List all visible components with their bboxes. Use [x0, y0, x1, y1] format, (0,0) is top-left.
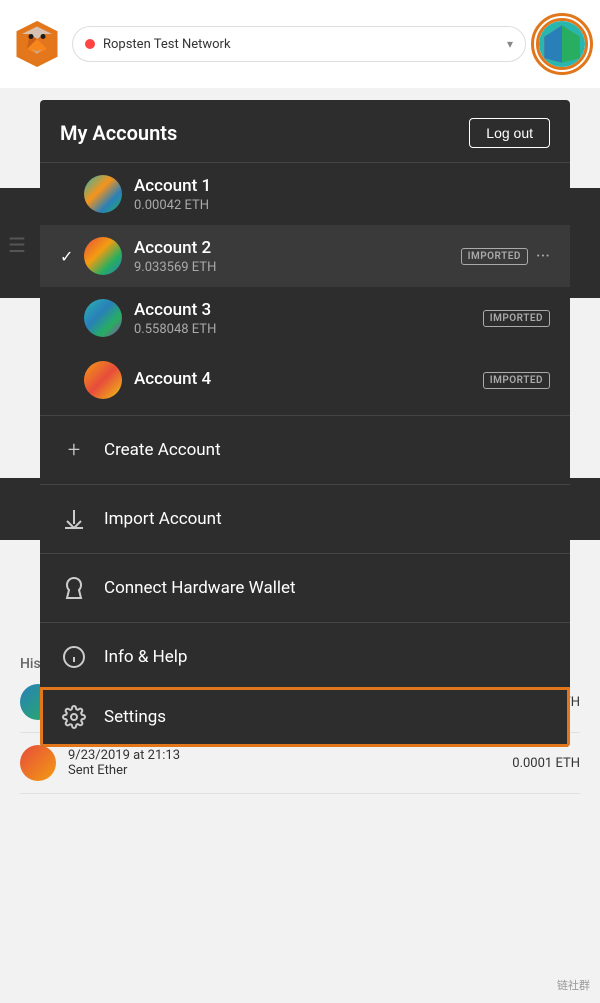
divider-1	[40, 415, 570, 416]
account-avatar-button[interactable]	[536, 18, 588, 70]
account-info-2: Account 2 9.033569 ETH	[134, 238, 461, 275]
account-balance-1: 0.00042 ETH	[134, 198, 550, 213]
accounts-dropdown: My Accounts Log out Account 1 0.00042 ET…	[40, 100, 570, 747]
network-status-dot	[85, 39, 95, 49]
plus-icon: +	[60, 436, 88, 464]
info-help-item[interactable]: Info & Help	[40, 627, 570, 687]
account-item-1[interactable]: Account 1 0.00042 ETH	[40, 163, 570, 225]
account-balance-3: 0.558048 ETH	[134, 322, 483, 337]
divider-2	[40, 484, 570, 485]
info-icon	[60, 643, 88, 671]
metamask-logo	[12, 19, 62, 69]
account-info-1: Account 1 0.00042 ETH	[134, 176, 550, 213]
connect-hardware-item[interactable]: Connect Hardware Wallet	[40, 558, 570, 618]
account-avatar-2	[84, 237, 122, 275]
settings-icon	[60, 703, 88, 731]
network-selector[interactable]: Ropsten Test Network ▾	[72, 26, 526, 62]
account-name-4: Account 4	[134, 369, 483, 389]
settings-item[interactable]: Settings	[40, 687, 570, 747]
settings-label: Settings	[104, 707, 166, 727]
import-icon	[60, 505, 88, 533]
account-avatar-1	[84, 175, 122, 213]
logout-button[interactable]: Log out	[469, 118, 550, 148]
account-avatar-4	[84, 361, 122, 399]
account-avatar-3	[84, 299, 122, 337]
account-balance-2: 9.033569 ETH	[134, 260, 461, 275]
divider-3	[40, 553, 570, 554]
account-name-1: Account 1	[134, 176, 550, 196]
history-avatar-2	[20, 745, 56, 781]
account-name-3: Account 3	[134, 300, 483, 320]
info-help-label: Info & Help	[104, 647, 187, 667]
create-account-label: Create Account	[104, 440, 221, 460]
history-type-2: Sent Ether	[68, 763, 512, 778]
hardware-icon	[60, 574, 88, 602]
accounts-list: Account 1 0.00042 ETH ✓ Account 2 9.0335…	[40, 163, 570, 411]
network-name: Ropsten Test Network	[103, 37, 499, 52]
account-info-3: Account 3 0.558048 ETH	[134, 300, 483, 337]
create-account-item[interactable]: + Create Account	[40, 420, 570, 480]
account-item-3[interactable]: Account 3 0.558048 ETH IMPORTED	[40, 287, 570, 349]
header: Ropsten Test Network ▾	[0, 0, 600, 88]
account-more-2[interactable]: ···	[536, 246, 550, 267]
imported-badge-4: IMPORTED	[483, 372, 550, 389]
watermark: 链社群	[557, 977, 590, 993]
account-item-2[interactable]: ✓ Account 2 9.033569 ETH IMPORTED ···	[40, 225, 570, 287]
import-account-label: Import Account	[104, 509, 222, 529]
my-accounts-title: My Accounts	[60, 121, 177, 145]
imported-badge-2: IMPORTED	[461, 248, 528, 265]
chevron-down-icon: ▾	[507, 37, 513, 51]
history-info-2: 9/23/2019 at 21:13 Sent Ether	[68, 748, 512, 778]
divider-4	[40, 622, 570, 623]
import-account-item[interactable]: Import Account	[40, 489, 570, 549]
history-desc-2: 9/23/2019 at 21:13	[68, 748, 512, 763]
account-info-4: Account 4	[134, 369, 483, 391]
imported-badge-3: IMPORTED	[483, 310, 550, 327]
dropdown-header: My Accounts Log out	[40, 100, 570, 163]
account-name-2: Account 2	[134, 238, 461, 258]
connect-hardware-label: Connect Hardware Wallet	[104, 578, 296, 598]
history-amount-2: 0.0001 ETH	[512, 756, 580, 771]
account-item-4[interactable]: Account 4 IMPORTED	[40, 349, 570, 411]
hamburger-icon: ☰	[8, 233, 26, 257]
check-mark-2: ✓	[60, 247, 80, 266]
